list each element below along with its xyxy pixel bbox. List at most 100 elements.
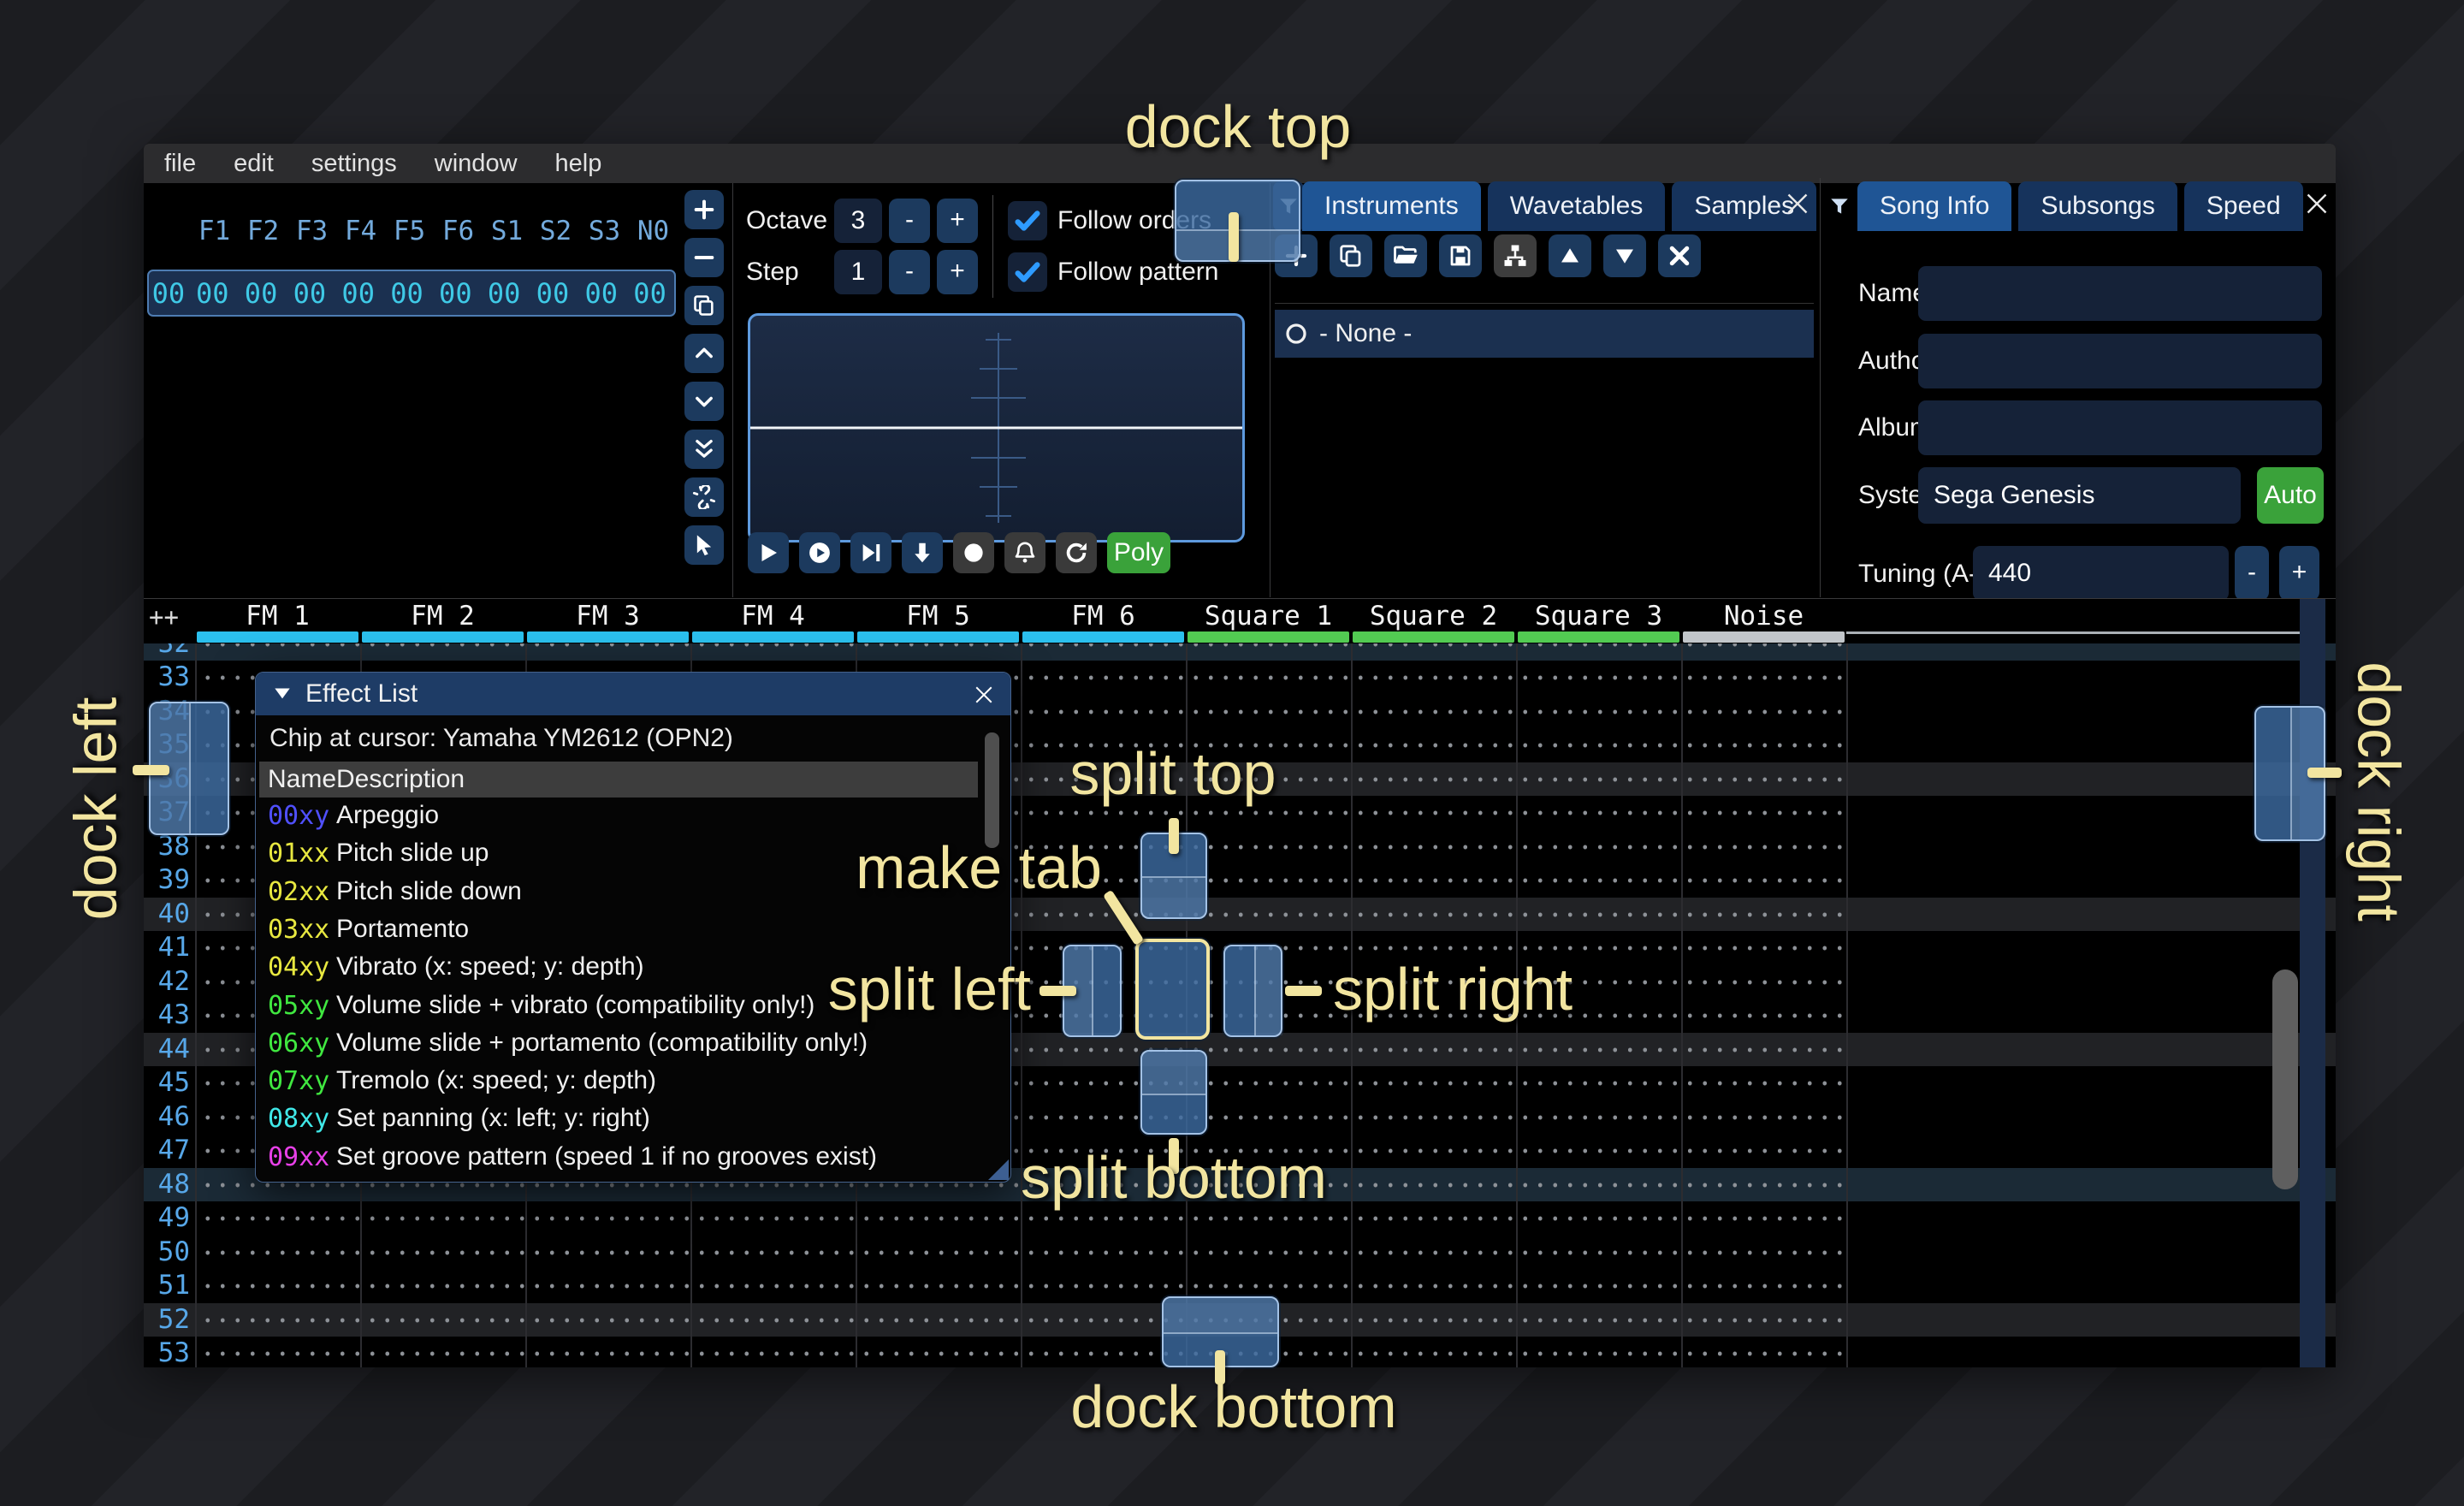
deep-clone-button[interactable]	[684, 477, 724, 517]
order-channel-header[interactable]: N0	[629, 216, 678, 246]
pattern-row[interactable]: 50	[144, 1236, 2336, 1270]
order-cell[interactable]: 00	[480, 277, 529, 310]
menu-item-help[interactable]: help	[555, 150, 602, 178]
order-channel-header[interactable]: S1	[483, 216, 531, 246]
song-info-close-button[interactable]	[2301, 188, 2332, 219]
stop-button[interactable]	[953, 532, 994, 573]
order-cell[interactable]: 00	[382, 277, 431, 310]
order-cell[interactable]: 00	[237, 277, 286, 310]
play-from-cursor-button[interactable]	[850, 532, 891, 573]
order-channel-header[interactable]: F4	[336, 216, 385, 246]
effect-row[interactable]: 07xyTremolo (x: speed; y: depth)	[259, 1066, 978, 1104]
album-field[interactable]	[1918, 400, 2322, 455]
name-field[interactable]	[1918, 266, 2322, 321]
order-selected-row[interactable]: 0000000000000000000000	[147, 270, 676, 317]
order-cell[interactable]: 00	[285, 277, 334, 310]
add-button[interactable]	[684, 190, 724, 229]
channel-header[interactable]: Square 2	[1351, 601, 1516, 631]
octave-value[interactable]: 3	[834, 199, 882, 243]
effect-row[interactable]: 08xySet panning (x: left; y: right)	[259, 1104, 978, 1141]
duplicate-button[interactable]	[1330, 234, 1372, 277]
close-icon[interactable]	[971, 682, 997, 708]
menu-item-settings[interactable]: settings	[311, 150, 397, 178]
instruments-close-button[interactable]	[1782, 188, 1813, 219]
poly-button[interactable]: Poly	[1107, 532, 1170, 573]
order-channel-header[interactable]: F1	[190, 216, 239, 246]
tuning-plus-button[interactable]: +	[2279, 546, 2319, 601]
metronome-button[interactable]	[1004, 532, 1045, 573]
order-cell[interactable]: 00	[529, 277, 578, 310]
tab-song-info[interactable]: Song Info	[1857, 181, 2011, 231]
tab-wavetables[interactable]: Wavetables	[1488, 181, 1666, 231]
collapse-icon[interactable]	[271, 683, 293, 705]
effect-table-header[interactable]: Name Description	[259, 762, 978, 797]
duplicate-button[interactable]	[684, 286, 724, 325]
order-cell[interactable]: 00	[188, 277, 237, 310]
channel-header[interactable]: Square 3	[1516, 601, 1681, 631]
channel-header[interactable]: FM 2	[360, 601, 525, 631]
octave-minus-button[interactable]: -	[889, 199, 930, 243]
split-bottom-target[interactable]	[1140, 1050, 1207, 1135]
tuning-minus-button[interactable]: -	[2235, 546, 2269, 601]
play-pattern-button[interactable]	[799, 532, 840, 573]
effect-row[interactable]: 03xxPortamento	[259, 915, 978, 952]
octave-plus-button[interactable]: +	[937, 199, 978, 243]
resize-grip[interactable]	[988, 1159, 1009, 1180]
tuning-field[interactable]: 440	[1973, 546, 2229, 601]
move-down-button[interactable]	[1603, 234, 1646, 277]
repeat-pattern-button[interactable]	[1056, 532, 1097, 573]
step-value[interactable]: 1	[834, 250, 882, 294]
follow-orders-checkbox[interactable]	[1008, 201, 1047, 240]
delete-button[interactable]	[1658, 234, 1701, 277]
order-cell[interactable]: 00	[334, 277, 382, 310]
channel-header[interactable]: Square 1	[1186, 601, 1351, 631]
order-channel-header[interactable]: F2	[239, 216, 287, 246]
system-field[interactable]: Sega Genesis	[1918, 467, 2241, 524]
open-button[interactable]	[1384, 234, 1427, 277]
order-cell[interactable]: 00	[625, 277, 674, 310]
channel-header[interactable]: FM 4	[690, 601, 856, 631]
step-plus-button[interactable]: +	[937, 250, 978, 294]
channel-header[interactable]: FM 3	[525, 601, 690, 631]
effect-row[interactable]: 09xxSet groove pattern (speed 1 if no gr…	[259, 1142, 978, 1180]
tab-speed[interactable]: Speed	[2184, 181, 2303, 231]
order-channel-header[interactable]: F6	[434, 216, 483, 246]
save-button[interactable]	[1439, 234, 1482, 277]
step-one-row-button[interactable]	[902, 532, 943, 573]
effect-row[interactable]: 06xyVolume slide + portamento (compatibi…	[259, 1029, 978, 1066]
system-auto-button[interactable]: Auto	[2257, 467, 2324, 524]
order-cell[interactable]: 00	[431, 277, 480, 310]
menu-item-file[interactable]: file	[164, 150, 196, 178]
follow-pattern-checkbox[interactable]	[1008, 252, 1047, 292]
order-edit-mode-button[interactable]	[684, 525, 724, 565]
order-cell[interactable]: 00	[577, 277, 625, 310]
move-up-button[interactable]	[684, 334, 724, 373]
move-up-button[interactable]	[1549, 234, 1591, 277]
move-to-bottom-button[interactable]	[684, 430, 724, 469]
tab-subsongs[interactable]: Subsongs	[2018, 181, 2177, 231]
split-right-target[interactable]	[1223, 945, 1282, 1037]
step-minus-button[interactable]: -	[889, 250, 930, 294]
menu-item-edit[interactable]: edit	[234, 150, 274, 178]
channel-header[interactable]: FM 1	[195, 601, 360, 631]
order-channel-header[interactable]: F3	[287, 216, 336, 246]
tab-instruments[interactable]: Instruments	[1302, 181, 1481, 231]
author-field[interactable]	[1918, 334, 2322, 388]
order-channel-header[interactable]: S3	[580, 216, 629, 246]
menu-item-window[interactable]: window	[435, 150, 518, 178]
toggle-folders-button[interactable]	[1494, 234, 1537, 277]
channel-header[interactable]: Noise	[1681, 601, 1846, 631]
effect-row[interactable]: 00xyArpeggio	[259, 801, 978, 839]
instrument-list-item[interactable]: - None -	[1275, 310, 1814, 358]
effect-list-scrollbar-thumb[interactable]	[985, 732, 999, 848]
remove-button[interactable]	[684, 238, 724, 277]
song-info-filter-button[interactable]	[1824, 181, 1855, 231]
pattern-scrollbar-thumb[interactable]	[2272, 969, 2298, 1189]
make-tab-target[interactable]	[1135, 939, 1210, 1040]
order-channel-header[interactable]: F5	[385, 216, 434, 246]
effect-list-titlebar[interactable]: Effect List	[256, 673, 1010, 715]
play-button[interactable]	[748, 532, 789, 573]
channel-header[interactable]: FM 6	[1021, 601, 1186, 631]
move-down-button[interactable]	[684, 382, 724, 421]
channel-expand-button[interactable]: ++	[149, 602, 179, 631]
